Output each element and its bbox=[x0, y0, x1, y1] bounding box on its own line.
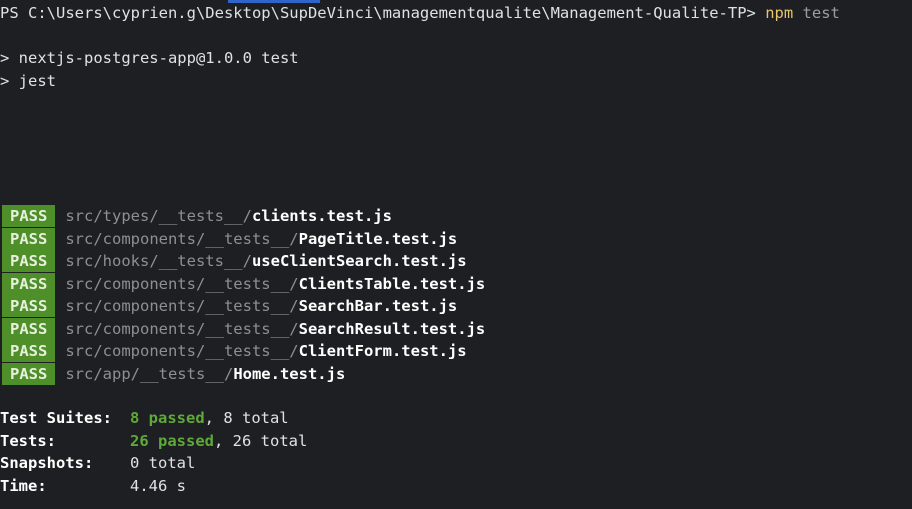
test-result-row: PASS src/components/__tests__/SearchBar.t… bbox=[0, 295, 457, 318]
pass-badge: PASS bbox=[2, 295, 56, 317]
jest-runner-line: > jest bbox=[0, 72, 56, 90]
summary-suites-total: , 8 total bbox=[204, 409, 289, 427]
pass-badge: PASS bbox=[2, 272, 56, 295]
test-dir: src/components/__tests__/ bbox=[65, 229, 299, 248]
test-result-row: PASS src/components/__tests__/PageTitle.t… bbox=[0, 227, 458, 251]
prompt-command: npm bbox=[765, 4, 794, 22]
summary-snapshots: Snapshots: 0 total bbox=[0, 452, 195, 474]
summary-time-label: Time: bbox=[0, 477, 47, 495]
test-file: ClientForm.test.js bbox=[298, 342, 467, 360]
test-dir: src/components/__tests__/ bbox=[65, 342, 299, 360]
test-file: SearchResult.test.js bbox=[298, 319, 486, 338]
test-file: useClientSearch.test.js bbox=[251, 252, 467, 270]
pass-badge: PASS bbox=[2, 250, 56, 272]
summary-suites: Test Suites: 8 passed, 8 total bbox=[0, 407, 289, 429]
test-result-row: PASS src/components/__tests__/SearchResul… bbox=[0, 317, 486, 341]
test-dir: src/types/__tests__/ bbox=[65, 207, 252, 225]
npm-script-line: > nextjs-postgres-app@1.0.0 test bbox=[0, 49, 299, 67]
test-result-row: PASS src/components/__tests__/ClientForm.… bbox=[0, 340, 467, 363]
prompt-path: PS C:\Users\cyprien.g\Desktop\SupDeVinci… bbox=[0, 4, 766, 22]
test-result-row: PASS src/components/__tests__/ClientsTabl… bbox=[0, 272, 486, 296]
summary-snapshots-label: Snapshots: bbox=[0, 454, 94, 472]
test-result-row: PASS src/app/__tests__/Home.test.js bbox=[0, 362, 346, 386]
test-file: ClientsTable.test.js bbox=[298, 274, 486, 293]
test-file: clients.test.js bbox=[251, 207, 392, 225]
test-dir: src/components/__tests__/ bbox=[65, 319, 299, 338]
test-file: SearchBar.test.js bbox=[298, 297, 458, 315]
terminal-prompt-line[interactable]: PS C:\Users\cyprien.g\Desktop\SupDeVinci… bbox=[0, 2, 840, 24]
test-file: PageTitle.test.js bbox=[298, 229, 458, 248]
test-dir: src/components/__tests__/ bbox=[65, 274, 299, 293]
test-file: Home.test.js bbox=[233, 364, 346, 383]
summary-tests-label: Tests: bbox=[0, 432, 56, 450]
pass-badge: PASS bbox=[2, 205, 56, 227]
summary-tests: Tests: 26 passed, 26 total bbox=[0, 430, 307, 452]
summary-time: Time: 4.46 s bbox=[0, 475, 186, 497]
pass-badge: PASS bbox=[2, 227, 56, 250]
test-result-row: PASS src/types/__tests__/clients.test.js bbox=[0, 205, 392, 228]
summary-time-value: 4.46 s bbox=[130, 477, 186, 495]
pass-badge: PASS bbox=[2, 340, 56, 362]
pass-badge: PASS bbox=[2, 317, 56, 340]
test-dir: src/components/__tests__/ bbox=[65, 297, 299, 315]
summary-snapshots-value: 0 total bbox=[130, 454, 196, 472]
summary-tests-passed: 26 passed bbox=[130, 432, 214, 450]
summary-suites-passed: 8 passed bbox=[130, 409, 205, 427]
summary-tests-total: , 26 total bbox=[214, 432, 308, 450]
prompt-argument: test bbox=[793, 4, 840, 22]
test-result-row: PASS src/hooks/__tests__/useClientSearch.… bbox=[0, 250, 467, 273]
test-dir: src/app/__tests__/ bbox=[65, 364, 234, 383]
summary-suites-label: Test Suites: bbox=[0, 409, 112, 427]
pass-badge: PASS bbox=[2, 362, 56, 385]
test-dir: src/hooks/__tests__/ bbox=[65, 252, 252, 270]
